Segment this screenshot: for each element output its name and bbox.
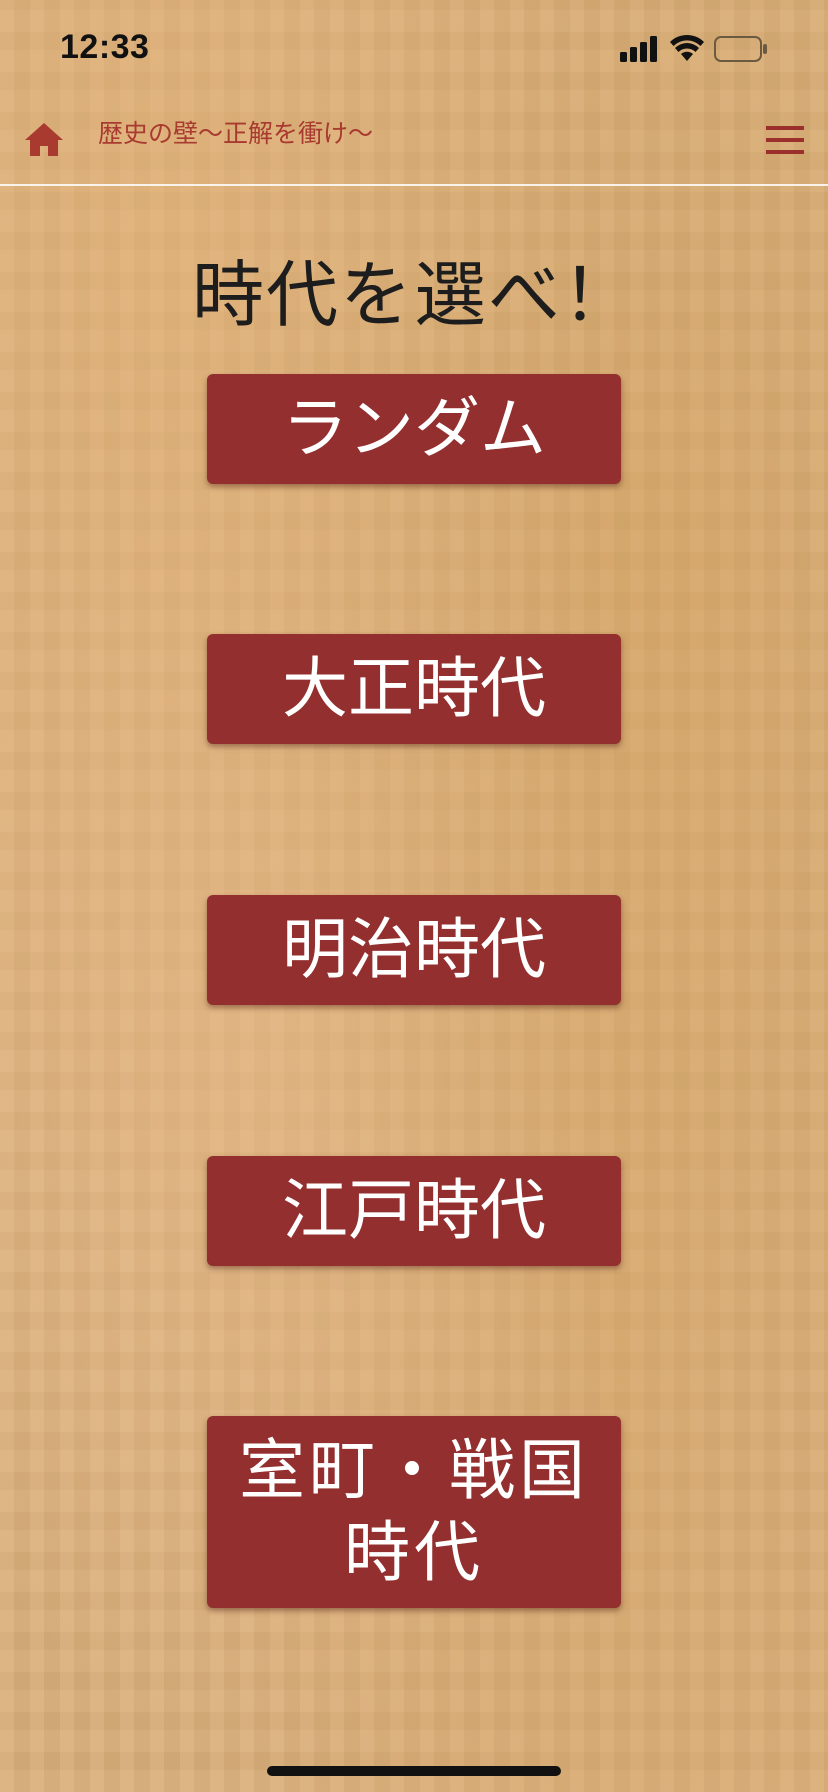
status-time: 12:33 <box>60 28 150 66</box>
era-button-meiji[interactable]: 明治時代 <box>207 895 621 1005</box>
era-button-muromachi-sengoku[interactable]: 室町・戦国時代 <box>207 1416 621 1608</box>
header-title: 歴史の壁〜正解を衝け〜 <box>98 119 374 148</box>
battery-icon <box>714 36 767 62</box>
hamburger-menu-line <box>766 138 804 142</box>
era-button-random[interactable]: ランダム <box>207 374 621 484</box>
app-header: 歴史の壁〜正解を衝け〜 <box>0 96 828 186</box>
era-button-edo[interactable]: 江戸時代 <box>207 1156 621 1266</box>
era-button-taisho[interactable]: 大正時代 <box>207 634 621 744</box>
signal-icon <box>620 36 657 62</box>
home-button[interactable] <box>22 118 66 162</box>
wifi-icon <box>670 34 704 61</box>
hamburger-menu-line <box>766 150 804 154</box>
status-bar: 12:33 <box>0 0 828 96</box>
home-icon <box>25 123 63 156</box>
page-title: 時代を選べ！ <box>191 253 636 337</box>
home-indicator[interactable] <box>267 1766 561 1776</box>
menu-button[interactable] <box>766 126 804 156</box>
hamburger-menu-icon <box>766 126 804 130</box>
